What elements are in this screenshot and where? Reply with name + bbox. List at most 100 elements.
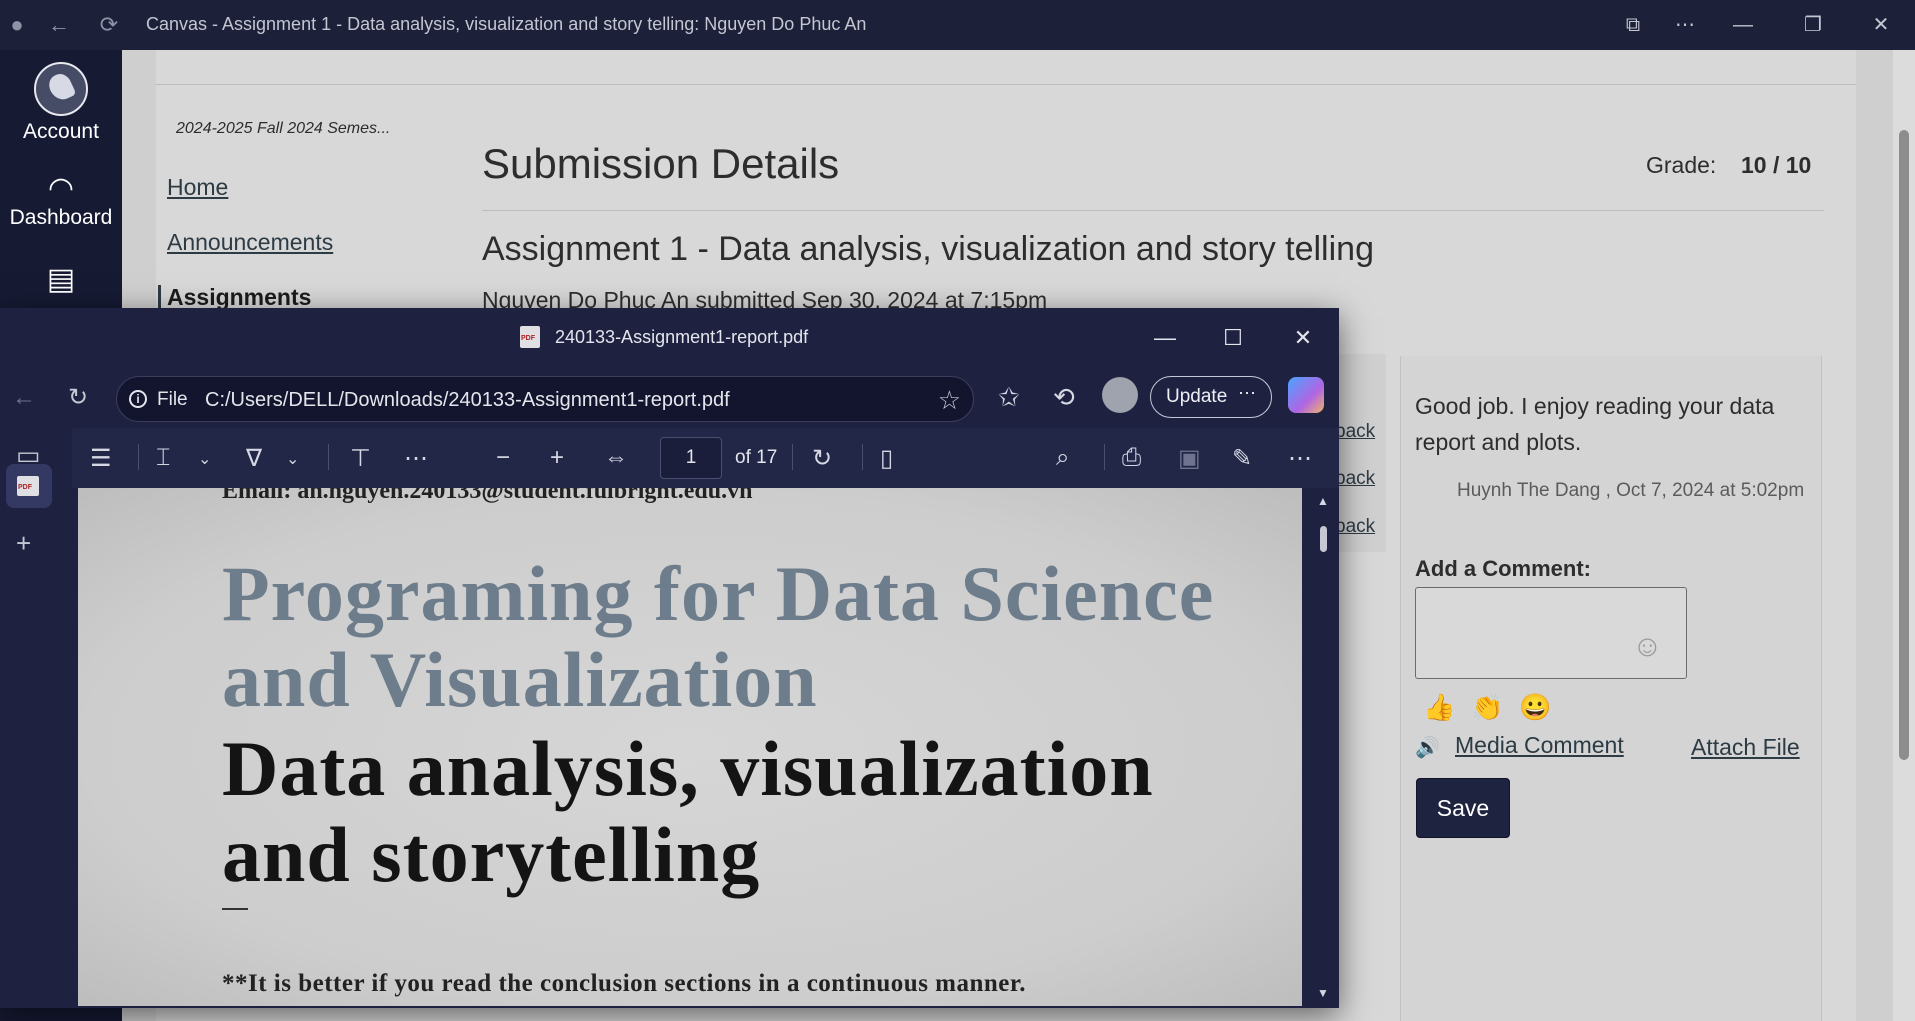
pdf-title-line: Programing for Data Science: [222, 550, 1215, 637]
assignment-title: Assignment 1 - Data analysis, visualizat…: [482, 230, 1374, 268]
back-arrow-icon[interactable]: ←: [8, 382, 40, 414]
fit-page-icon[interactable]: ⇔: [604, 444, 628, 472]
divider: [138, 444, 139, 470]
scrollbar-thumb[interactable]: [1320, 526, 1327, 552]
pdf-page-area[interactable]: Email: an.nguyen.240133@student.fulbrigh…: [78, 488, 1302, 1006]
maximize-button[interactable]: ☐: [1218, 323, 1248, 353]
pdf-toolbar: ☰ ⌶ ⌄ ∇ ⌄ ⊤ ⋯ − + ⇔ 1 of 17 ↻ ▯ ⌕ ⎙ ▣ ✎ …: [72, 428, 1339, 488]
course-nav-announcements[interactable]: Announcements: [167, 229, 333, 256]
divider: [792, 444, 793, 470]
more-options-icon[interactable]: ⋯: [1238, 383, 1256, 404]
dashboard-nav-item[interactable]: ◠ Dashboard: [0, 172, 122, 230]
pdf-subtitle-line: Data analysis, visualization: [222, 725, 1154, 812]
scroll-up-icon[interactable]: ▲: [1317, 494, 1329, 508]
dashboard-icon: ◠: [47, 172, 75, 205]
divider: [328, 444, 329, 470]
courses-icon[interactable]: ▤: [0, 262, 122, 297]
close-button[interactable]: ✕: [1866, 10, 1896, 40]
scroll-down-icon[interactable]: ▼: [1317, 986, 1329, 1000]
favorites-icon[interactable]: ✩: [998, 382, 1020, 413]
minimize-button[interactable]: —: [1728, 10, 1758, 40]
restore-button[interactable]: ❐: [1798, 10, 1828, 40]
search-icon[interactable]: ⌕: [1056, 444, 1069, 472]
page-number-input[interactable]: 1: [660, 437, 722, 479]
pdf-window-title: 240133-Assignment1-report.pdf: [555, 327, 809, 347]
pdf-page: Email: an.nguyen.240133@student.fulbrigh…: [78, 488, 1302, 1006]
save-icon[interactable]: ▣: [1178, 444, 1201, 473]
app-icon: ●: [10, 12, 24, 37]
course-nav-home[interactable]: Home: [167, 174, 228, 201]
favorite-star-icon[interactable]: ☆: [938, 385, 961, 416]
divider: [862, 444, 863, 470]
clap-icon[interactable]: 👏: [1471, 692, 1503, 723]
pdf-title-line: and Visualization: [222, 636, 818, 723]
address-row: ← ↻ i File C:/Users/DELL/Downloads/24013…: [0, 368, 1339, 428]
divider: [156, 84, 1856, 85]
media-comment-link[interactable]: Media Comment: [1455, 732, 1624, 759]
zoom-in-icon[interactable]: +: [550, 444, 564, 472]
feedback-link[interactable]: back: [1335, 421, 1375, 443]
dashboard-label: Dashboard: [9, 206, 113, 229]
pdf-titlebar: 240133-Assignment1-report.pdf — ☐ ✕: [0, 308, 1339, 368]
close-button[interactable]: ✕: [1288, 323, 1318, 353]
more-tools-icon[interactable]: ⋯: [404, 444, 428, 473]
copilot-icon[interactable]: [1288, 377, 1324, 413]
grade-value: 10 / 10: [1741, 152, 1812, 178]
attach-file-link[interactable]: Attach File: [1691, 734, 1800, 761]
refresh-icon[interactable]: ⟳: [96, 12, 122, 38]
add-comment-label: Add a Comment:: [1415, 556, 1591, 581]
grade-label: Grade:: [1646, 152, 1717, 178]
save-as-icon[interactable]: ✎: [1232, 444, 1252, 473]
page-title: Submission Details: [482, 140, 840, 187]
print-icon[interactable]: ⎙: [1122, 444, 1141, 472]
minimize-button[interactable]: —: [1150, 323, 1180, 353]
address-bar[interactable]: i File C:/Users/DELL/Downloads/240133-As…: [116, 376, 974, 422]
pdf-file-icon: [520, 326, 540, 348]
account-nav-item[interactable]: Account: [0, 62, 122, 144]
pdf-separator: [222, 908, 248, 910]
comment-meta: Huynh The Dang , Oct 7, 2024 at 5:02pm: [1457, 480, 1805, 501]
rotate-icon[interactable]: ↻: [812, 444, 832, 473]
pdf-viewer-window: 240133-Assignment1-report.pdf — ☐ ✕ ← ↻ …: [0, 308, 1339, 1008]
scrollbar-thumb[interactable]: [1899, 130, 1909, 760]
vertical-tabs: ▭ +: [0, 428, 58, 1008]
app-titlebar: ● ← ⟳ Canvas - Assignment 1 - Data analy…: [0, 0, 1915, 50]
window-title: Canvas - Assignment 1 - Data analysis, v…: [146, 14, 867, 34]
contents-icon[interactable]: ☰: [90, 444, 112, 473]
page-view-icon[interactable]: ▯: [880, 444, 893, 473]
info-icon[interactable]: i: [129, 390, 147, 408]
avatar: [34, 62, 88, 116]
more-options-icon[interactable]: ⋯: [1288, 444, 1312, 473]
page-total: of 17: [735, 447, 778, 468]
address-scheme: File: [157, 389, 188, 410]
zoom-out-icon[interactable]: −: [496, 444, 510, 472]
pdf-scrollbar[interactable]: ▲ ▼: [1308, 488, 1339, 1006]
thumbs-up-icon[interactable]: 👍: [1423, 692, 1455, 723]
pdf-subtitle-line: and storytelling: [222, 811, 761, 898]
back-arrow-icon[interactable]: ←: [46, 12, 72, 38]
pdf-tab-icon: [17, 476, 39, 496]
profile-avatar[interactable]: [1102, 377, 1138, 413]
draw-icon[interactable]: ∇: [246, 444, 262, 473]
save-button[interactable]: Save: [1416, 778, 1510, 838]
pdf-email-line: Email: an.nguyen.240133@student.fulbrigh…: [222, 488, 753, 504]
highlight-icon[interactable]: ⌶: [156, 444, 170, 472]
feedback-link[interactable]: back: [1335, 468, 1375, 490]
chevron-down-icon[interactable]: ⌄: [198, 449, 211, 469]
course-nav-assignments[interactable]: Assignments: [167, 284, 311, 311]
cast-icon[interactable]: ⧉: [1618, 10, 1648, 40]
divider: [1104, 444, 1105, 470]
feedback-link[interactable]: back: [1335, 516, 1375, 538]
refresh-icon[interactable]: ↻: [62, 382, 94, 414]
emoji-picker-icon[interactable]: ☺: [1632, 630, 1663, 664]
history-icon[interactable]: ⟲: [1053, 382, 1075, 413]
more-options-icon[interactable]: ⋯: [1670, 10, 1700, 40]
smile-icon[interactable]: 😀: [1519, 692, 1551, 723]
address-url[interactable]: C:/Users/DELL/Downloads/240133-Assignmen…: [205, 389, 730, 412]
pdf-course-title: Programing for Data Science and Visualiz…: [222, 551, 1272, 723]
new-tab-icon[interactable]: +: [16, 528, 31, 559]
text-box-icon[interactable]: ⊤: [350, 444, 371, 473]
comment-text: Good job. I enjoy reading your data repo…: [1415, 393, 1775, 455]
page-scrollbar[interactable]: [1893, 50, 1915, 1021]
chevron-down-icon[interactable]: ⌄: [286, 449, 299, 469]
